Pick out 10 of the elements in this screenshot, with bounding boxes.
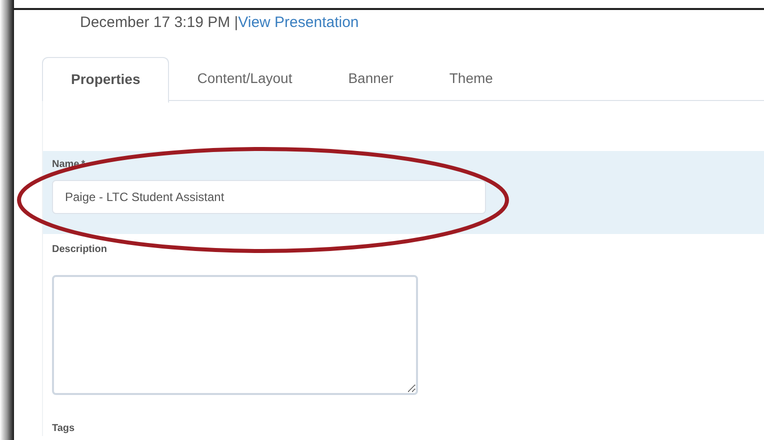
name-input[interactable]: Paige - LTC Student Assistant bbox=[52, 180, 486, 214]
description-label: Description bbox=[51, 242, 108, 256]
tab[interactable]: Theme bbox=[421, 56, 521, 100]
tags-label: Tags bbox=[51, 422, 76, 436]
tab[interactable]: Content/Layout bbox=[169, 56, 320, 100]
tab[interactable]: Properties bbox=[42, 56, 170, 102]
description-field[interactable] bbox=[52, 274, 418, 394]
timestamp: December 17 3:19 PM | bbox=[80, 13, 238, 33]
tab[interactable]: Banner bbox=[320, 56, 422, 100]
view-presentation-link[interactable]: View Presentation bbox=[238, 12, 359, 34]
